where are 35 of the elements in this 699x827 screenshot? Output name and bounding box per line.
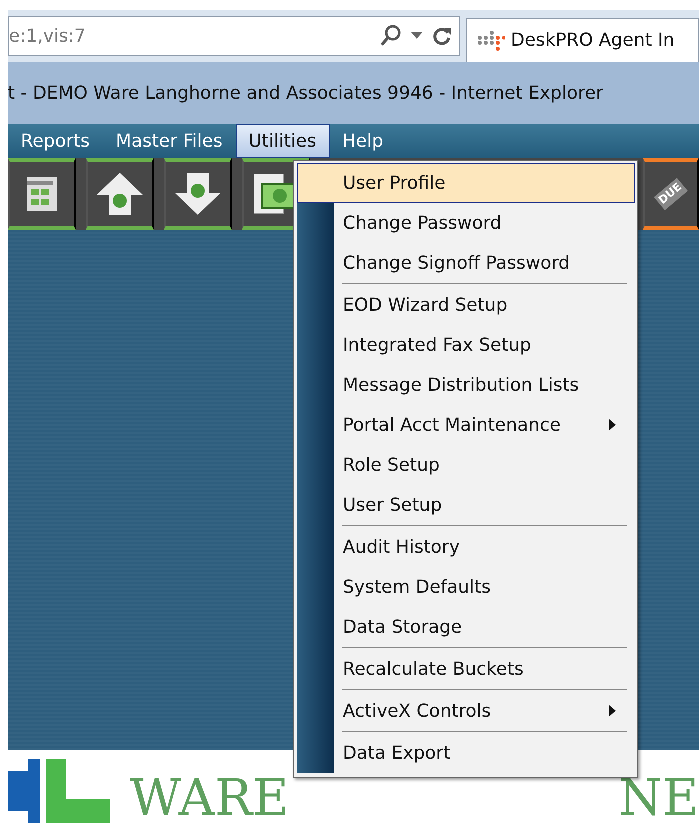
submenu-arrow-icon — [609, 419, 616, 431]
menu-item[interactable]: Change Password — [297, 203, 635, 243]
search-icon[interactable] — [379, 24, 403, 48]
menu-item[interactable]: ActiveX Controls — [297, 691, 635, 731]
logo-text: WARE — [130, 773, 290, 823]
menu-item[interactable]: Integrated Fax Setup — [297, 325, 635, 365]
browser-tab[interactable]: DeskPRO Agent In — [466, 18, 699, 62]
menu-item[interactable]: Help — [330, 124, 397, 158]
menu-item[interactable]: User Profile — [297, 163, 635, 203]
menu-item[interactable]: Data Export — [297, 733, 635, 773]
dropdown-caret-icon[interactable] — [411, 32, 423, 40]
spreadsheet-icon — [27, 177, 57, 211]
address-field[interactable]: e:1,vis:7 — [8, 16, 460, 56]
submenu-arrow-icon — [609, 705, 616, 717]
menu-item[interactable]: Change Signoff Password — [297, 243, 635, 283]
logo-text: NE — [618, 773, 699, 823]
menu-item[interactable]: Message Distribution Lists — [297, 365, 635, 405]
menu-item[interactable]: Role Setup — [297, 445, 635, 485]
refresh-icon[interactable] — [431, 25, 453, 47]
menu-item[interactable]: Master Files — [103, 124, 236, 158]
company-logo-icon — [8, 759, 110, 823]
up-arrow-icon — [97, 173, 143, 215]
menu-item[interactable]: Portal Acct Maintenance — [297, 405, 635, 445]
menu-item[interactable]: Recalculate Buckets — [297, 649, 635, 689]
window-title: t - DEMO Ware Langhorne and Associates 9946 - Internet Explorer — [8, 82, 604, 106]
down-arrow-icon — [175, 173, 221, 215]
menu-item[interactable]: Data Storage — [297, 607, 635, 647]
menu-item[interactable]: EOD Wizard Setup — [297, 285, 635, 325]
address-text: e:1,vis:7 — [9, 24, 87, 48]
menu-item[interactable]: Reports — [8, 124, 104, 158]
menu-item[interactable]: Utilities — [236, 124, 330, 158]
tab-title: DeskPRO Agent In — [511, 29, 675, 53]
menu-item[interactable]: Audit History — [297, 527, 635, 567]
menu-item[interactable]: User Setup — [297, 485, 635, 525]
menu-item[interactable]: System Defaults — [297, 567, 635, 607]
